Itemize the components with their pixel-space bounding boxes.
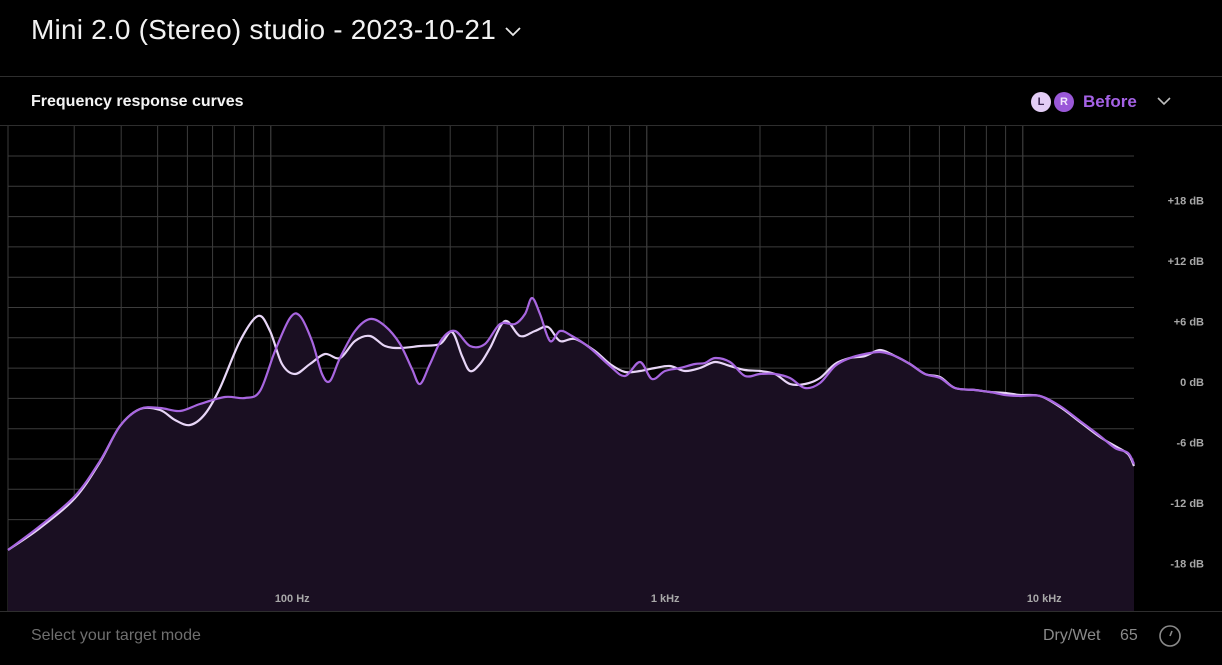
chevron-down-icon[interactable] [1156, 96, 1172, 108]
profile-selector[interactable]: Mini 2.0 (Stereo) studio - 2023-10-21 [31, 14, 522, 46]
drywet-value: 65 [1120, 627, 1138, 644]
freq-tick-label: 1 kHz [651, 593, 680, 605]
curve-mode-selector[interactable]: L R Before [1031, 92, 1137, 112]
left-channel-badge: L [1031, 92, 1051, 112]
right-channel-badge: R [1054, 92, 1074, 112]
response-fill [8, 298, 1134, 611]
db-tick-label: 0 dB [1180, 377, 1204, 389]
profile-title: Mini 2.0 (Stereo) studio - 2023-10-21 [31, 14, 496, 45]
target-mode-selector[interactable]: Select your target mode [31, 627, 201, 645]
freq-tick-label: 10 kHz [1027, 593, 1062, 605]
drywet-label: Dry/Wet [1043, 627, 1101, 644]
db-tick-label: +12 dB [1168, 256, 1204, 268]
panel-header: Frequency response curves L R Before [0, 78, 1222, 126]
freq-tick-label: 100 Hz [275, 593, 310, 605]
db-tick-label: +6 dB [1174, 317, 1204, 329]
chevron-down-icon [505, 27, 521, 37]
footer-bar: Select your target mode Dry/Wet 65 [0, 611, 1222, 665]
db-tick-label: -12 dB [1170, 498, 1204, 510]
db-tick-label: -18 dB [1170, 559, 1204, 571]
top-bar: Mini 2.0 (Stereo) studio - 2023-10-21 [0, 0, 1222, 77]
db-tick-label: +18 dB [1168, 196, 1204, 208]
panel-title: Frequency response curves [31, 93, 244, 110]
db-tick-label: -6 dB [1177, 438, 1205, 450]
mode-label: Before [1083, 92, 1137, 111]
knob-icon[interactable] [1158, 624, 1182, 648]
frequency-response-graph: 100 Hz 1 kHz 10 kHz +18 dB +12 dB +6 dB 0 dB -6… [7, 126, 1205, 611]
